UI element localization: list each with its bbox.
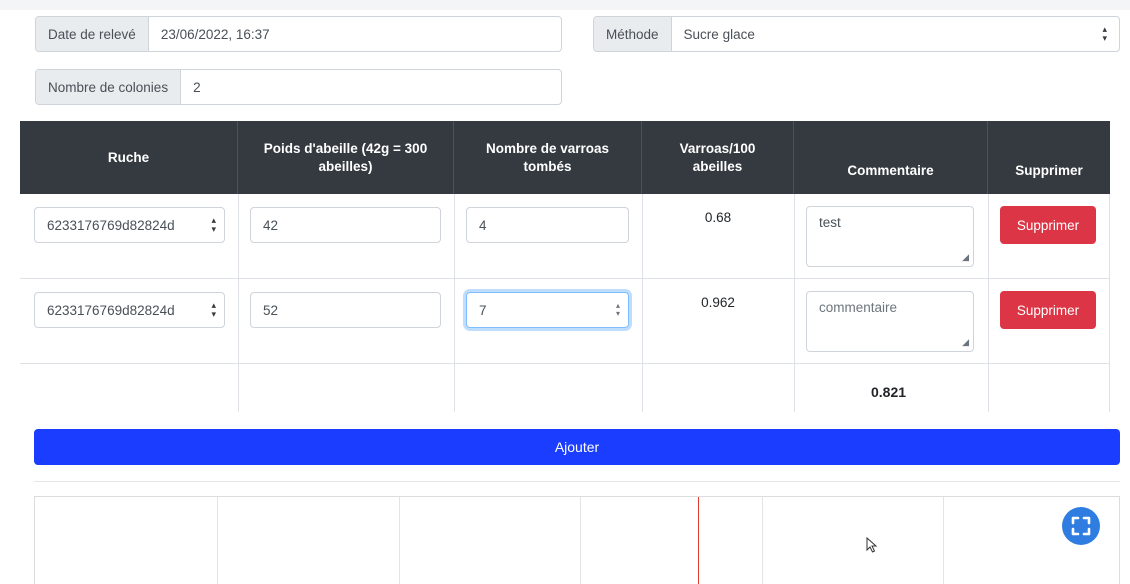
varroas-value: 7 (479, 302, 487, 318)
column-divider (454, 194, 455, 412)
method-select[interactable]: Méthode Sucre glace ▴ ▾ (593, 16, 1120, 52)
chart-area[interactable] (34, 496, 1120, 584)
fullscreen-icon (1071, 516, 1091, 536)
commentaire-placeholder: commentaire (819, 300, 898, 315)
chevron-updown-icon: ▴ ▾ (1102, 24, 1107, 43)
varroas-input[interactable]: 4 (466, 207, 629, 243)
header-poids: Poids d'abeille (42g = 300 abeilles) (238, 121, 454, 194)
ruche-select[interactable]: 6233176769d82824d ▴ ▾ (34, 292, 225, 328)
method-label: Méthode (594, 17, 672, 51)
method-value: Sucre glace (683, 26, 755, 42)
top-background (0, 0, 1130, 10)
add-button[interactable]: Ajouter (34, 429, 1120, 465)
commentaire-value: test (819, 215, 841, 230)
column-divider (988, 194, 989, 412)
ruche-value: 6233176769d82824d (47, 217, 175, 233)
column-divider (794, 194, 795, 412)
colonies-field[interactable]: Nombre de colonies 2 (35, 69, 562, 105)
chart-gridline (399, 497, 400, 584)
mouse-cursor-icon (866, 537, 878, 553)
table-total-row (20, 364, 1110, 412)
header-commentaire: Commentaire (794, 121, 988, 194)
divider (34, 481, 1120, 482)
resize-handle-icon[interactable]: ◢ (962, 337, 969, 348)
stepper-icon[interactable]: ▴ ▾ (616, 302, 620, 318)
date-value[interactable]: 23/06/2022, 16:37 (149, 17, 561, 51)
ruche-value: 6233176769d82824d (47, 302, 175, 318)
date-field[interactable]: Date de relevé 23/06/2022, 16:37 (35, 16, 562, 52)
colonies-value[interactable]: 2 (181, 70, 561, 104)
date-label: Date de relevé (36, 17, 149, 51)
poids-input[interactable]: 52 (250, 292, 441, 328)
header-ratio: Varroas/100 abeilles (642, 121, 794, 194)
colonies-label: Nombre de colonies (36, 70, 182, 104)
delete-button[interactable]: Supprimer (1000, 206, 1096, 244)
chart-marker-line (698, 497, 699, 584)
chevron-updown-icon: ▴ ▾ (211, 300, 216, 319)
fullscreen-button[interactable] (1062, 507, 1100, 545)
ratio-value: 0.68 (704, 210, 732, 225)
poids-input[interactable]: 42 (250, 207, 441, 243)
chart-gridline (580, 497, 581, 584)
chart-gridline (217, 497, 218, 584)
method-value-box[interactable]: Sucre glace ▴ ▾ (672, 17, 1119, 51)
chevron-updown-icon: ▴ ▾ (211, 215, 216, 234)
column-divider (1109, 194, 1110, 412)
ratio-value: 0.962 (701, 295, 735, 310)
chart-gridline (762, 497, 763, 584)
commentaire-textarea[interactable]: test ◢ (806, 206, 974, 267)
column-divider (238, 194, 239, 412)
ruche-select[interactable]: 6233176769d82824d ▴ ▾ (34, 207, 225, 243)
header-supprimer: Supprimer (1015, 162, 1083, 178)
resize-handle-icon[interactable]: ◢ (962, 252, 969, 263)
delete-button[interactable]: Supprimer (1000, 291, 1096, 329)
total-value: 0.821 (871, 384, 907, 400)
table-header: Ruche Poids d'abeille (42g = 300 abeille… (20, 121, 1110, 194)
chart-gridline (943, 497, 944, 584)
varroas-input-focused[interactable]: 7 ▴ ▾ (466, 292, 629, 328)
header-varroas: Nombre de varroas tombés (454, 121, 642, 194)
commentaire-textarea[interactable]: commentaire ◢ (806, 291, 974, 352)
header-ruche: Ruche (20, 121, 238, 194)
